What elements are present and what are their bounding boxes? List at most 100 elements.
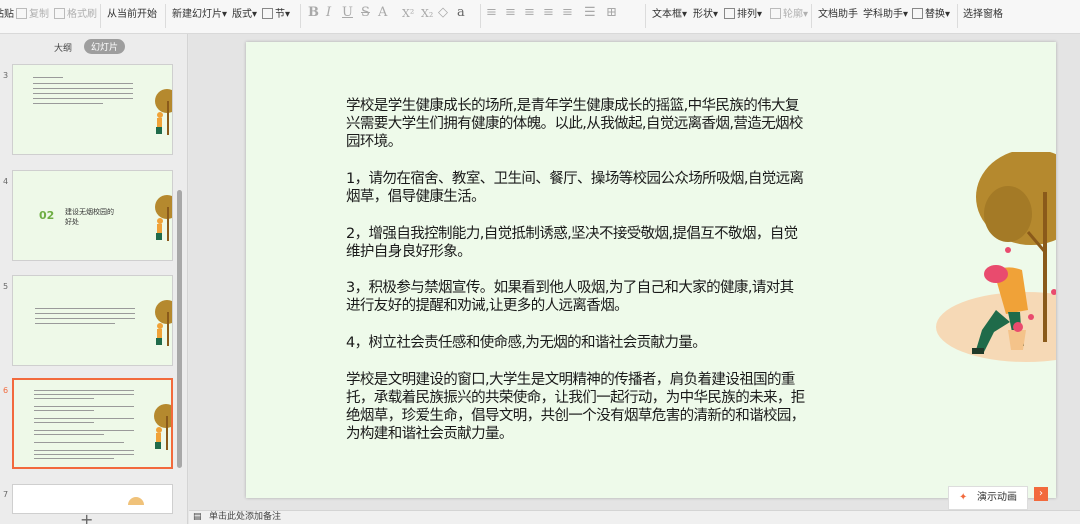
- thumb-text-line: [34, 398, 94, 399]
- thumb-text-line: [33, 77, 63, 78]
- thumb-text-line: [33, 93, 133, 94]
- outline-button[interactable]: 轮廓▾: [770, 7, 808, 23]
- notes-placeholder: 单击此处添加备注: [209, 512, 282, 522]
- chevron-down-icon: ▾: [903, 9, 909, 20]
- slide-paragraph[interactable]: 3，积极参与禁烟宣传。如果看到他人吸烟,为了自己和大家的健康,请对其进行友好的提…: [346, 279, 806, 315]
- underline-button[interactable]: U: [342, 5, 353, 20]
- paste-button[interactable]: 贴贴: [0, 7, 14, 23]
- slide-thumbnail-4[interactable]: 02 建设无烟校园的 好处: [12, 170, 173, 261]
- eraser-icon[interactable]: ◇: [438, 5, 448, 20]
- chevron-down-icon: ▾: [252, 9, 258, 20]
- shape-button[interactable]: 形状▾: [693, 7, 718, 23]
- thumb-text-line: [34, 394, 134, 395]
- slide-number: 6: [3, 386, 9, 395]
- thumb-text-line: [34, 442, 124, 443]
- slide-paragraph[interactable]: 1，请勿在宿舍、教室、卫生间、餐厅、操场等校园公众场所吸烟,自觉远离烟草，倡导健…: [346, 170, 806, 206]
- chevron-down-icon: ▾: [713, 9, 719, 20]
- text-direction-icon[interactable]: ⊞: [606, 5, 617, 20]
- copy-button[interactable]: 复制: [16, 7, 49, 23]
- thumb-illustration: [155, 300, 172, 346]
- superscript-button[interactable]: X²: [402, 7, 414, 20]
- thumb-text-line: [33, 88, 133, 89]
- add-slide-button[interactable]: +: [80, 510, 93, 524]
- animation-button[interactable]: ✦ 演示动画: [948, 486, 1028, 510]
- divider: [957, 4, 958, 28]
- thumb-illustration: [128, 497, 144, 505]
- format-painter-button[interactable]: 格式刷: [54, 7, 97, 23]
- italic-button[interactable]: I: [326, 5, 331, 20]
- arrange-button[interactable]: 排列▾: [724, 7, 762, 23]
- thumb-illustration: [155, 195, 172, 241]
- thumb-text-line: [34, 410, 94, 411]
- align-center-icon[interactable]: ≡: [505, 5, 516, 20]
- bold-button[interactable]: B: [308, 5, 319, 20]
- chevron-down-icon: ▾: [803, 9, 809, 20]
- slide-paragraph[interactable]: 学校是文明建设的窗口,大学生是文明精神的传播者，肩负着建设祖国的重托，承载着民族…: [346, 371, 806, 443]
- tab-slides[interactable]: 幻灯片: [84, 39, 126, 54]
- doc-assistant-button[interactable]: 文档助手: [818, 7, 858, 23]
- thumb-text-line: [35, 313, 135, 314]
- thumb-illustration: [155, 89, 172, 135]
- chevron-down-icon: ▾: [285, 9, 291, 20]
- section-button[interactable]: 节▾: [262, 7, 290, 23]
- thumb-section-number: 02: [39, 209, 55, 222]
- panel-scrollbar[interactable]: [177, 190, 182, 468]
- ribbon-toolbar: 贴贴 复制 格式刷 从当前开始 新建幻灯片▾ 版式▾ 节▾ B I U S A …: [0, 0, 1080, 34]
- font-color-button[interactable]: a: [457, 5, 465, 20]
- slide-thumbnail-5[interactable]: [12, 275, 173, 366]
- thumb-text-line: [33, 98, 133, 99]
- replace-icon: [912, 8, 923, 19]
- divider: [165, 4, 166, 28]
- subject-assistant-button[interactable]: 学科助手▾: [863, 7, 908, 23]
- current-slide[interactable]: 学校是学生健康成长的场所,是青年学生健康成长的摇篮,中华民族的伟大复兴需要大学生…: [246, 42, 1056, 498]
- thumb-illustration: [154, 404, 171, 450]
- subscript-button[interactable]: X₂: [421, 7, 433, 20]
- distribute-icon[interactable]: ≡: [562, 5, 573, 20]
- slide-number: 7: [3, 490, 9, 499]
- divider: [100, 4, 101, 28]
- from-current-button[interactable]: 从当前开始: [107, 7, 157, 23]
- thumb-text-line: [34, 434, 104, 435]
- align-right-icon[interactable]: ≡: [524, 5, 535, 20]
- slide-paragraph[interactable]: 2，增强自我控制能力,自觉抵制诱惑,坚决不接受敬烟,提倡互不敬烟，自觉维护自身良…: [346, 225, 806, 261]
- select-pane-button[interactable]: 选择窗格: [963, 7, 1003, 23]
- text-shadow-button[interactable]: A: [378, 5, 387, 20]
- layout-button[interactable]: 版式▾: [232, 7, 257, 23]
- slide-number: 5: [3, 282, 9, 291]
- notes-icon: ▤: [193, 512, 202, 522]
- thumb-section-title: 好处: [65, 218, 79, 226]
- thumb-text-line: [35, 318, 135, 319]
- tree-person-illustration: [936, 152, 1056, 362]
- divider: [480, 4, 481, 28]
- thumb-text-line: [35, 308, 135, 309]
- thumb-text-line: [34, 422, 94, 423]
- slide-number: 4: [3, 177, 9, 186]
- strikethrough-button[interactable]: S: [361, 5, 370, 20]
- outline-icon: [770, 8, 781, 19]
- slide-paragraph[interactable]: 4，树立社会责任感和使命感,为无烟的和谐社会贡献力量。: [346, 334, 806, 352]
- slide-thumbnail-3[interactable]: [12, 64, 173, 155]
- chevron-down-icon: ▾: [945, 9, 951, 20]
- replace-button[interactable]: 替换▾: [912, 7, 950, 23]
- slide-paragraph[interactable]: 学校是学生健康成长的场所,是青年学生健康成长的摇篮,中华民族的伟大复兴需要大学生…: [346, 97, 806, 151]
- chevron-right-icon[interactable]: ›: [1034, 487, 1048, 501]
- justify-icon[interactable]: ≡: [543, 5, 554, 20]
- thumb-text-line: [35, 323, 115, 324]
- text-box-button[interactable]: 文本框▾: [652, 7, 687, 23]
- notes-bar[interactable]: ▤ 单击此处添加备注: [189, 510, 1080, 524]
- tab-outline[interactable]: 大纲: [54, 41, 72, 54]
- panel-tabs: 大纲 幻灯片: [0, 39, 188, 55]
- star-icon: ✦: [959, 492, 968, 503]
- copy-icon: [16, 8, 27, 19]
- chevron-down-icon: ▾: [222, 9, 228, 20]
- thumb-text-line: [33, 83, 133, 84]
- new-slide-button[interactable]: 新建幻灯片▾: [172, 7, 227, 23]
- thumb-text-line: [33, 103, 103, 104]
- slide-thumbnail-6[interactable]: [12, 378, 173, 469]
- thumb-text-line: [34, 430, 134, 431]
- chevron-down-icon: ▾: [682, 9, 688, 20]
- align-left-icon[interactable]: ≡: [486, 5, 497, 20]
- divider: [300, 4, 301, 28]
- divider: [645, 4, 646, 28]
- line-spacing-icon[interactable]: ☰: [584, 5, 596, 20]
